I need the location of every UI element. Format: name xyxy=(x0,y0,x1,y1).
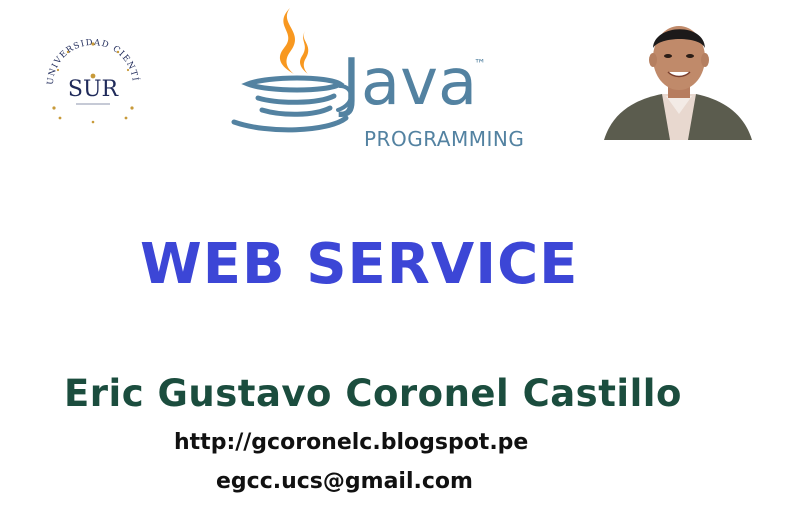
blog-link[interactable]: http://gcoronelc.blogspot.pe xyxy=(174,430,528,455)
java-subtitle: PROGRAMMING xyxy=(364,127,524,151)
sur-university-logo: UNIVERSIDAD CIENTÍFICA DEL SUR xyxy=(33,23,148,140)
java-programming-logo: Java ™ PROGRAMMING xyxy=(228,6,548,156)
sur-logo-text: SUR xyxy=(68,77,120,102)
university-seal-icon: UNIVERSIDAD CIENTÍFICA DEL SUR xyxy=(33,23,141,124)
page-title: WEB SERVICE xyxy=(140,232,579,297)
author-photo xyxy=(604,18,752,140)
java-word: Java xyxy=(338,46,477,120)
java-coffee-cup-icon: Java ™ PROGRAMMING xyxy=(231,8,524,151)
author-name: Eric Gustavo Coronel Castillo xyxy=(64,372,682,415)
java-tm: ™ xyxy=(474,57,486,71)
person-portrait-icon xyxy=(604,18,752,140)
email-link[interactable]: egcc.ucs@gmail.com xyxy=(216,469,473,494)
